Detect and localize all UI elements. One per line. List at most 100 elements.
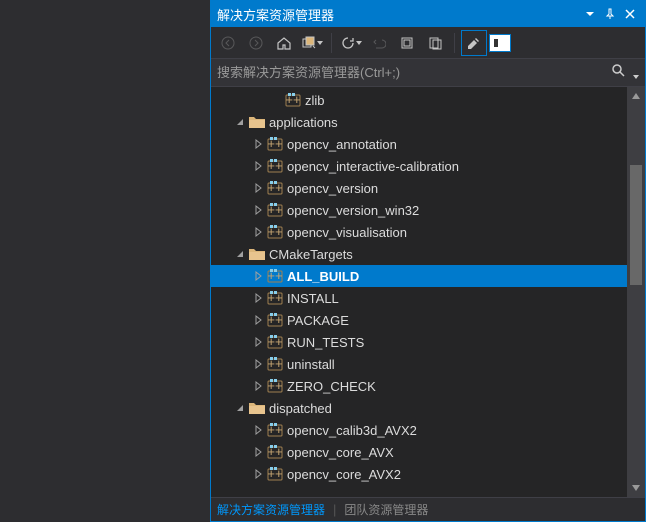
tree-node-label: opencv_interactive-calibration (287, 159, 459, 174)
svg-text:++: ++ (267, 444, 282, 459)
svg-text:++: ++ (285, 92, 300, 107)
close-icon[interactable] (621, 5, 639, 23)
chevron-right-icon[interactable] (251, 137, 265, 151)
svg-text:++: ++ (267, 268, 282, 283)
scroll-track[interactable] (627, 105, 645, 479)
tree-node[interactable]: ++opencv_core_AVX (211, 441, 627, 463)
tree-node[interactable]: applications (211, 111, 627, 133)
project-icon: ++ (267, 136, 283, 152)
chevron-right-icon[interactable] (251, 423, 265, 437)
svg-text:++: ++ (267, 334, 282, 349)
chevron-right-icon[interactable] (251, 181, 265, 195)
chevron-right-icon[interactable] (251, 357, 265, 371)
svg-text:++: ++ (267, 356, 282, 371)
tree-node[interactable]: ++ opencv_interactive-calibration (211, 155, 627, 177)
editor-area (0, 0, 210, 522)
tree-node-label: INSTALL (287, 291, 339, 306)
panel-titlebar: 解决方案资源管理器 (211, 1, 645, 27)
chevron-right-icon[interactable] (251, 159, 265, 173)
folder-icon (249, 400, 265, 416)
chevron-down-icon[interactable] (233, 247, 247, 261)
folder-icon (249, 114, 265, 130)
tree-node-label: dispatched (269, 401, 332, 416)
chevron-right-icon[interactable] (251, 467, 265, 481)
tree-node[interactable]: ++RUN_TESTS (211, 331, 627, 353)
tab-separator: | (333, 502, 336, 517)
project-icon: ++ (267, 312, 283, 328)
project-icon: ++ (267, 224, 283, 240)
tree-node[interactable]: ++opencv_version_win32 (211, 199, 627, 221)
project-icon: ++ (267, 378, 283, 394)
chevron-right-icon[interactable] (251, 335, 265, 349)
search-icon[interactable] (605, 63, 639, 82)
chevron-right-icon[interactable] (251, 269, 265, 283)
chevron-right-icon[interactable] (251, 313, 265, 327)
tree-node-label: opencv_annotation (287, 137, 397, 152)
tree-node[interactable]: dispatched (211, 397, 627, 419)
tree-node[interactable]: ++PACKAGE (211, 309, 627, 331)
preview-button[interactable] (489, 34, 511, 52)
tree-node[interactable]: ++ opencv_visualisation (211, 221, 627, 243)
svg-text:++: ++ (267, 290, 282, 305)
svg-text:++: ++ (267, 224, 282, 239)
tree-node-label: opencv_version (287, 181, 378, 196)
undo-button[interactable] (366, 30, 392, 56)
tree-node[interactable]: ++ opencv_annotation (211, 133, 627, 155)
search-input[interactable] (217, 65, 605, 80)
solution-tree[interactable]: ++zlibapplications++opencv_annotation++o… (211, 87, 627, 497)
home-button[interactable] (271, 30, 297, 56)
tree-node-label: applications (269, 115, 338, 130)
properties-button[interactable] (461, 30, 487, 56)
scroll-up-icon[interactable] (627, 87, 645, 105)
window-dropdown-icon[interactable] (581, 5, 599, 23)
tree-node[interactable]: ++ZERO_CHECK (211, 375, 627, 397)
chevron-right-icon[interactable] (251, 291, 265, 305)
chevron-right-icon[interactable] (251, 445, 265, 459)
tree-node[interactable]: ++ uninstall (211, 353, 627, 375)
svg-text:++: ++ (267, 180, 282, 195)
collapse-button[interactable] (394, 30, 420, 56)
tree-node[interactable]: ++ ALL_BUILD (211, 265, 627, 287)
back-button[interactable] (215, 30, 241, 56)
tab-team-explorer[interactable]: 团队资源管理器 (344, 501, 428, 518)
pin-icon[interactable] (601, 5, 619, 23)
chevron-right-icon[interactable] (251, 225, 265, 239)
svg-text:++: ++ (267, 202, 282, 217)
scroll-thumb[interactable] (630, 165, 642, 285)
scrollbar[interactable] (627, 87, 645, 497)
tree-node-label: uninstall (287, 357, 335, 372)
chevron-down-icon[interactable] (233, 401, 247, 415)
project-icon: ++ (267, 466, 283, 482)
project-icon: ++ (267, 202, 283, 218)
toolbar-separator (331, 33, 332, 53)
tab-solution-explorer[interactable]: 解决方案资源管理器 (217, 501, 325, 518)
tree-node[interactable]: ++ opencv_core_AVX2 (211, 463, 627, 485)
toolbar-separator (454, 33, 455, 53)
svg-text:++: ++ (267, 158, 282, 173)
tree-node-label: ALL_BUILD (287, 269, 359, 284)
tree-node-label: CMakeTargets (269, 247, 353, 262)
chevron-right-icon[interactable] (251, 203, 265, 217)
tree-node[interactable]: ++ opencv_version (211, 177, 627, 199)
tree-node-label: opencv_core_AVX2 (287, 467, 401, 482)
sync-button[interactable] (299, 30, 325, 56)
scroll-down-icon[interactable] (627, 479, 645, 497)
chevron-right-icon[interactable] (251, 379, 265, 393)
svg-text:++: ++ (267, 378, 282, 393)
project-icon: ++ (267, 444, 283, 460)
folder-icon (249, 246, 265, 262)
refresh-button[interactable] (338, 30, 364, 56)
forward-button[interactable] (243, 30, 269, 56)
tree-node[interactable]: ++ INSTALL (211, 287, 627, 309)
tree-node-label: zlib (305, 93, 325, 108)
tree-node[interactable]: ++ zlib (211, 89, 627, 111)
tree-node[interactable]: ++opencv_calib3d_AVX2 (211, 419, 627, 441)
project-icon: ++ (267, 158, 283, 174)
search-bar (211, 59, 645, 87)
chevron-down-icon[interactable] (233, 115, 247, 129)
tree-node[interactable]: CMakeTargets (211, 243, 627, 265)
tree-node-label: opencv_visualisation (287, 225, 407, 240)
project-icon: ++ (267, 268, 283, 284)
svg-text:++: ++ (267, 466, 282, 481)
show-all-button[interactable] (422, 30, 448, 56)
